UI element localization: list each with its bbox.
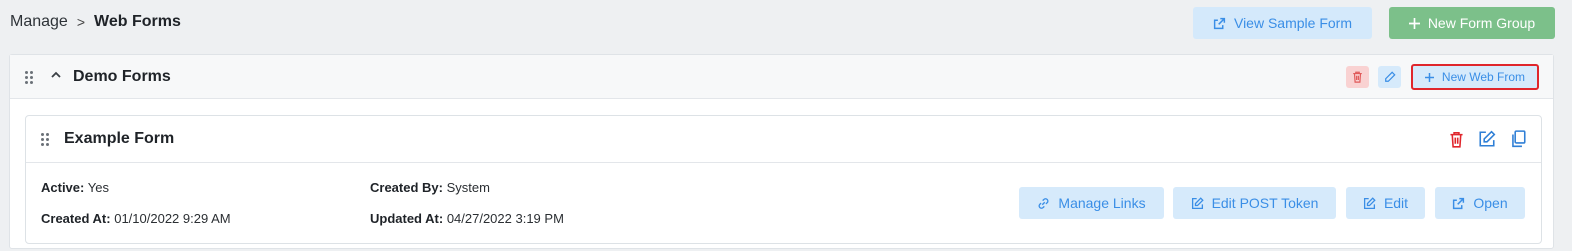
breadcrumb: Manage > Web Forms [10, 13, 181, 31]
edit-square-icon [1191, 196, 1204, 210]
form-group-title: Demo Forms [73, 68, 171, 85]
form-group-card: Demo Forms New Web From Example Form Act… [9, 54, 1554, 249]
drag-handle-icon[interactable] [41, 133, 49, 146]
form-card-header: Example Form [26, 116, 1541, 163]
form-card: Example Form Active: Yes Created By: Sys… [25, 115, 1542, 244]
new-web-form-button[interactable]: New Web From [1411, 64, 1539, 90]
form-group-header: Demo Forms New Web From [10, 55, 1553, 99]
external-link-icon [1213, 17, 1226, 30]
trash-icon [1352, 71, 1363, 83]
new-form-group-button[interactable]: New Form Group [1389, 7, 1555, 39]
plus-icon [1424, 72, 1434, 82]
created-by-label: Created By: [370, 180, 443, 195]
edit-form-button[interactable]: Edit [1346, 187, 1425, 219]
manage-links-label: Manage Links [1058, 195, 1146, 211]
created-at-label: Created At: [41, 211, 111, 226]
active-field: Active: Yes [41, 180, 109, 195]
active-label: Active: [41, 180, 85, 195]
breadcrumb-manage[interactable]: Manage [10, 13, 68, 31]
created-at-value: 01/10/2022 9:29 AM [114, 211, 231, 226]
top-bar: Manage > Web Forms View Sample Form New … [0, 0, 1572, 46]
updated-at-field: Updated At: 04/27/2022 3:19 PM [370, 211, 564, 226]
breadcrumb-current: Web Forms [94, 13, 181, 30]
new-web-form-label: New Web From [1441, 70, 1526, 84]
created-at-field: Created At: 01/10/2022 9:29 AM [41, 211, 231, 226]
link-icon [1037, 197, 1050, 210]
edit-label: Edit [1383, 195, 1409, 211]
edit-square-icon [1363, 196, 1376, 210]
pencil-icon [1384, 71, 1396, 83]
copy-form-button[interactable] [1508, 129, 1528, 149]
breadcrumb-separator: > [76, 14, 86, 30]
edit-square-icon [1478, 130, 1496, 148]
plus-icon [1408, 17, 1420, 29]
delete-form-button[interactable] [1446, 129, 1466, 149]
copy-icon [1510, 130, 1526, 148]
drag-handle-icon[interactable] [25, 71, 33, 84]
open-label: Open [1473, 195, 1508, 211]
form-title: Example Form [64, 130, 175, 147]
trash-icon [1449, 131, 1464, 148]
new-form-group-label: New Form Group [1427, 15, 1536, 31]
external-link-icon [1452, 197, 1465, 210]
delete-group-button[interactable] [1346, 66, 1369, 88]
created-by-field: Created By: System [370, 180, 490, 195]
view-sample-form-button[interactable]: View Sample Form [1193, 7, 1372, 39]
updated-at-label: Updated At: [370, 211, 444, 226]
edit-form-icon-button[interactable] [1477, 129, 1497, 149]
created-by-value: System [446, 180, 490, 195]
edit-post-token-label: Edit POST Token [1211, 195, 1319, 211]
open-form-button[interactable]: Open [1435, 187, 1525, 219]
chevron-up-icon[interactable] [50, 69, 62, 81]
edit-group-button[interactable] [1378, 66, 1401, 88]
manage-links-button[interactable]: Manage Links [1019, 187, 1164, 219]
updated-at-value: 04/27/2022 3:19 PM [446, 211, 564, 226]
view-sample-form-label: View Sample Form [1233, 15, 1352, 31]
active-value: Yes [87, 180, 109, 195]
edit-post-token-button[interactable]: Edit POST Token [1173, 187, 1336, 219]
